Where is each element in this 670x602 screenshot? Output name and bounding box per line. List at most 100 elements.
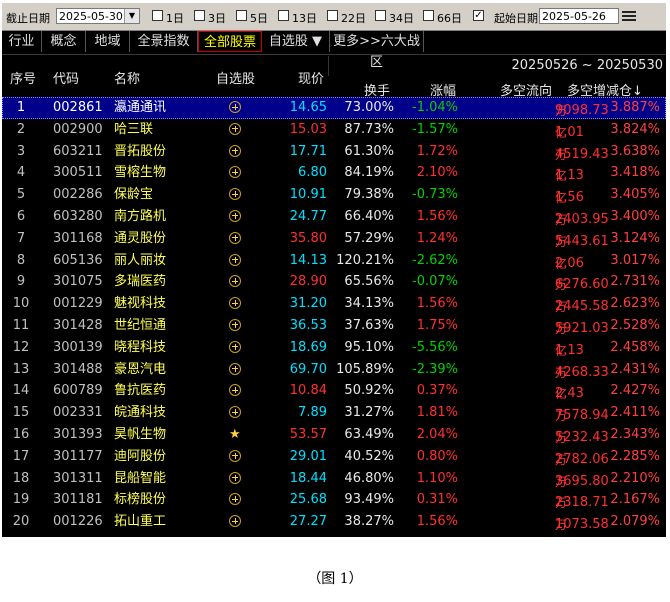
table-row[interactable]: 4 300511 雪榕生物 6.80 84.19% 2.10% 1.13 亿 3.418%: [2, 162, 666, 184]
table-row[interactable]: 16 301393 昊帆生物 ★ 53.57 63.49% 2.04% 5232.43 万 2.3…: [2, 424, 666, 446]
table-row[interactable]: 15 002331 皖通科技 7.89 31.27% 1.81% 7578.94 万 2.411…: [2, 402, 666, 424]
table-row[interactable]: 17 301177 迪阿股份 29.01 40.52% 0.80% 2782.06 万 2.28…: [2, 446, 666, 468]
tab-2[interactable]: 地域: [86, 31, 130, 52]
list-menu-icon[interactable]: [622, 9, 636, 23]
position-increase: 2.528%: [610, 317, 660, 333]
flow-unit: 亿: [555, 387, 568, 402]
stock-name: 鲁抗医药: [114, 383, 167, 399]
col-name[interactable]: 名称: [114, 68, 140, 87]
change-pct: -0.73%: [412, 187, 458, 203]
end-date-picker[interactable]: 2025-05-30 ▼: [56, 8, 140, 24]
position-increase: 2.167%: [610, 492, 660, 508]
stock-name: 魅视科技: [114, 296, 167, 312]
row-index: 2: [16, 121, 26, 137]
add-favorite-icon[interactable]: [229, 384, 243, 398]
flow-unit: 万: [555, 212, 568, 227]
add-favorite-icon[interactable]: [229, 471, 243, 486]
add-favorite-icon[interactable]: [229, 449, 243, 464]
turnover-rate: 73.00%: [344, 100, 394, 115]
add-favorite-icon[interactable]: [229, 231, 243, 246]
current-price: 28.90: [289, 274, 327, 290]
current-price: 25.68: [289, 492, 327, 508]
row-index: 17: [12, 448, 30, 464]
period-label[interactable]: 5日: [250, 10, 268, 26]
add-favorite-icon[interactable]: [229, 209, 243, 224]
tab-3[interactable]: 全景指数: [130, 31, 198, 52]
table-row[interactable]: 3 603211 晋拓股份 17.71 61.30% 1.72% 4519.43 万 3.638…: [2, 141, 666, 163]
add-favorite-icon[interactable]: [229, 340, 243, 355]
period-label[interactable]: 34日: [389, 10, 414, 26]
period-label[interactable]: 13日: [292, 10, 317, 26]
add-favorite-icon[interactable]: [229, 318, 243, 333]
period-checkbox-1[interactable]: [194, 10, 205, 21]
table-row[interactable]: 8 605136 丽人丽妆 14.13 120.21% -2.62% 2.06 亿 3.017%: [2, 250, 666, 272]
position-increase: 2.343%: [610, 426, 660, 442]
table-row[interactable]: 12 300139 晓程科技 18.69 95.10% -5.56% 1.13 亿 2.458%: [2, 337, 666, 359]
table-row[interactable]: 18 301311 昆船智能 18.44 46.80% 1.10% 3695.80 万 2.21…: [2, 468, 666, 490]
current-price: 27.27: [289, 514, 327, 530]
col-price[interactable]: 现价: [298, 68, 324, 87]
period-checkbox-3[interactable]: [278, 10, 289, 21]
turnover-rate: 40.52%: [344, 448, 394, 464]
add-favorite-icon[interactable]: [229, 406, 243, 420]
period-checkbox-4[interactable]: [327, 10, 338, 21]
table-row[interactable]: 2 002900 哈三联 15.03 87.73% -1.57% 1.01 亿 3.824%: [2, 119, 666, 141]
turnover-rate: 87.73%: [344, 121, 394, 137]
add-favorite-icon[interactable]: [229, 188, 243, 202]
position-increase: 2.623%: [610, 296, 660, 312]
table-row[interactable]: 11 301428 世纪恒通 36.53 37.63% 1.75% 5921.03 万 2.52…: [2, 315, 666, 337]
row-index: 4: [16, 165, 26, 181]
period-checkbox-6[interactable]: [423, 10, 434, 21]
table-row[interactable]: 6 603280 南方路机 24.77 66.40% 1.56% 2403.95 万 3.400…: [2, 206, 666, 228]
row-index: 13: [12, 361, 30, 377]
table-row[interactable]: 9 301075 多瑞医药 28.90 65.56% -0.07% 6276.60 万 2.73…: [2, 271, 666, 293]
period-checkbox-5[interactable]: [375, 10, 386, 21]
col-code[interactable]: 代码: [53, 68, 79, 87]
tab-0[interactable]: 行业: [2, 31, 42, 52]
table-row[interactable]: 7 301168 通灵股份 35.80 57.29% 1.24% 5443.61 万 3.124…: [2, 228, 666, 250]
start-date-picker[interactable]: 2025-05-26: [539, 8, 619, 24]
add-favorite-icon[interactable]: [229, 101, 243, 115]
tab-1[interactable]: 概念: [42, 31, 86, 52]
chevron-down-icon[interactable]: ▼: [124, 9, 139, 23]
period-checkbox-2[interactable]: [236, 10, 247, 21]
table-row[interactable]: 1 002861 瀛通通讯 14.65 73.00% -1.04% 9098.73 万 3.88…: [2, 97, 666, 119]
table-row[interactable]: 10 001229 魅视科技 31.20 34.13% 1.56% 2445.58 万 2.62…: [2, 293, 666, 315]
tab-4[interactable]: 全部股票: [198, 31, 262, 52]
add-favorite-icon[interactable]: [229, 144, 243, 159]
period-checkbox-0[interactable]: [152, 10, 163, 21]
col-favorite[interactable]: 自选股: [216, 68, 255, 87]
col-index[interactable]: 序号: [10, 68, 36, 87]
stock-code: 002331: [53, 405, 103, 421]
table-row[interactable]: 19 301181 标榜股份 25.68 93.49% 0.31% 2318.71 万 2.16…: [2, 489, 666, 511]
flow-unit: 万: [555, 365, 568, 380]
start-date-checkbox[interactable]: ✓: [473, 10, 484, 21]
position-increase: 3.418%: [610, 165, 660, 181]
stock-code: 001229: [53, 296, 103, 312]
current-price: 18.44: [289, 470, 327, 486]
period-label[interactable]: 1日: [166, 10, 184, 26]
period-label[interactable]: 3日: [208, 10, 226, 26]
add-favorite-icon[interactable]: [229, 253, 243, 268]
add-favorite-icon[interactable]: [229, 515, 243, 529]
stock-screener-window: 截止日期 2025-05-30 ▼ 1日 3日 5日 13日 22日 34日 66日 ✓ 起…: [2, 3, 666, 537]
table-row[interactable]: 14 600789 鲁抗医药 10.84 50.92% 0.37% 2.43 亿 2.427%: [2, 380, 666, 402]
period-label[interactable]: 66日: [437, 10, 462, 26]
stock-name: 哈三联: [114, 121, 154, 137]
add-favorite-icon[interactable]: [229, 493, 243, 507]
add-favorite-icon[interactable]: [229, 122, 243, 137]
tab-6[interactable]: 更多>>六大战区: [330, 31, 424, 70]
table-row[interactable]: 13 301488 豪恩汽电 69.70 105.89% -2.39% 4268.33 万 2.…: [2, 359, 666, 381]
add-favorite-icon[interactable]: [229, 362, 243, 377]
favorite-star-icon[interactable]: ★: [229, 427, 243, 442]
current-price: 18.69: [289, 339, 327, 355]
stock-code: 301181: [53, 492, 103, 508]
add-favorite-icon[interactable]: [229, 297, 243, 311]
add-favorite-icon[interactable]: [229, 166, 243, 180]
toolbar: 截止日期 2025-05-30 ▼ 1日 3日 5日 13日 22日 34日 66日 ✓ 起…: [2, 3, 666, 31]
table-row[interactable]: 20 001226 拓山重工 27.27 38.27% 1.56% 1073.58 万 2.07…: [2, 511, 666, 533]
table-row[interactable]: 5 002286 保龄宝 10.91 79.38% -0.73% 1.56 亿 3.405%: [2, 184, 666, 206]
period-label[interactable]: 22日: [341, 10, 366, 26]
add-favorite-icon[interactable]: [229, 275, 243, 289]
tab-5[interactable]: 自选股 ▼: [262, 31, 330, 52]
